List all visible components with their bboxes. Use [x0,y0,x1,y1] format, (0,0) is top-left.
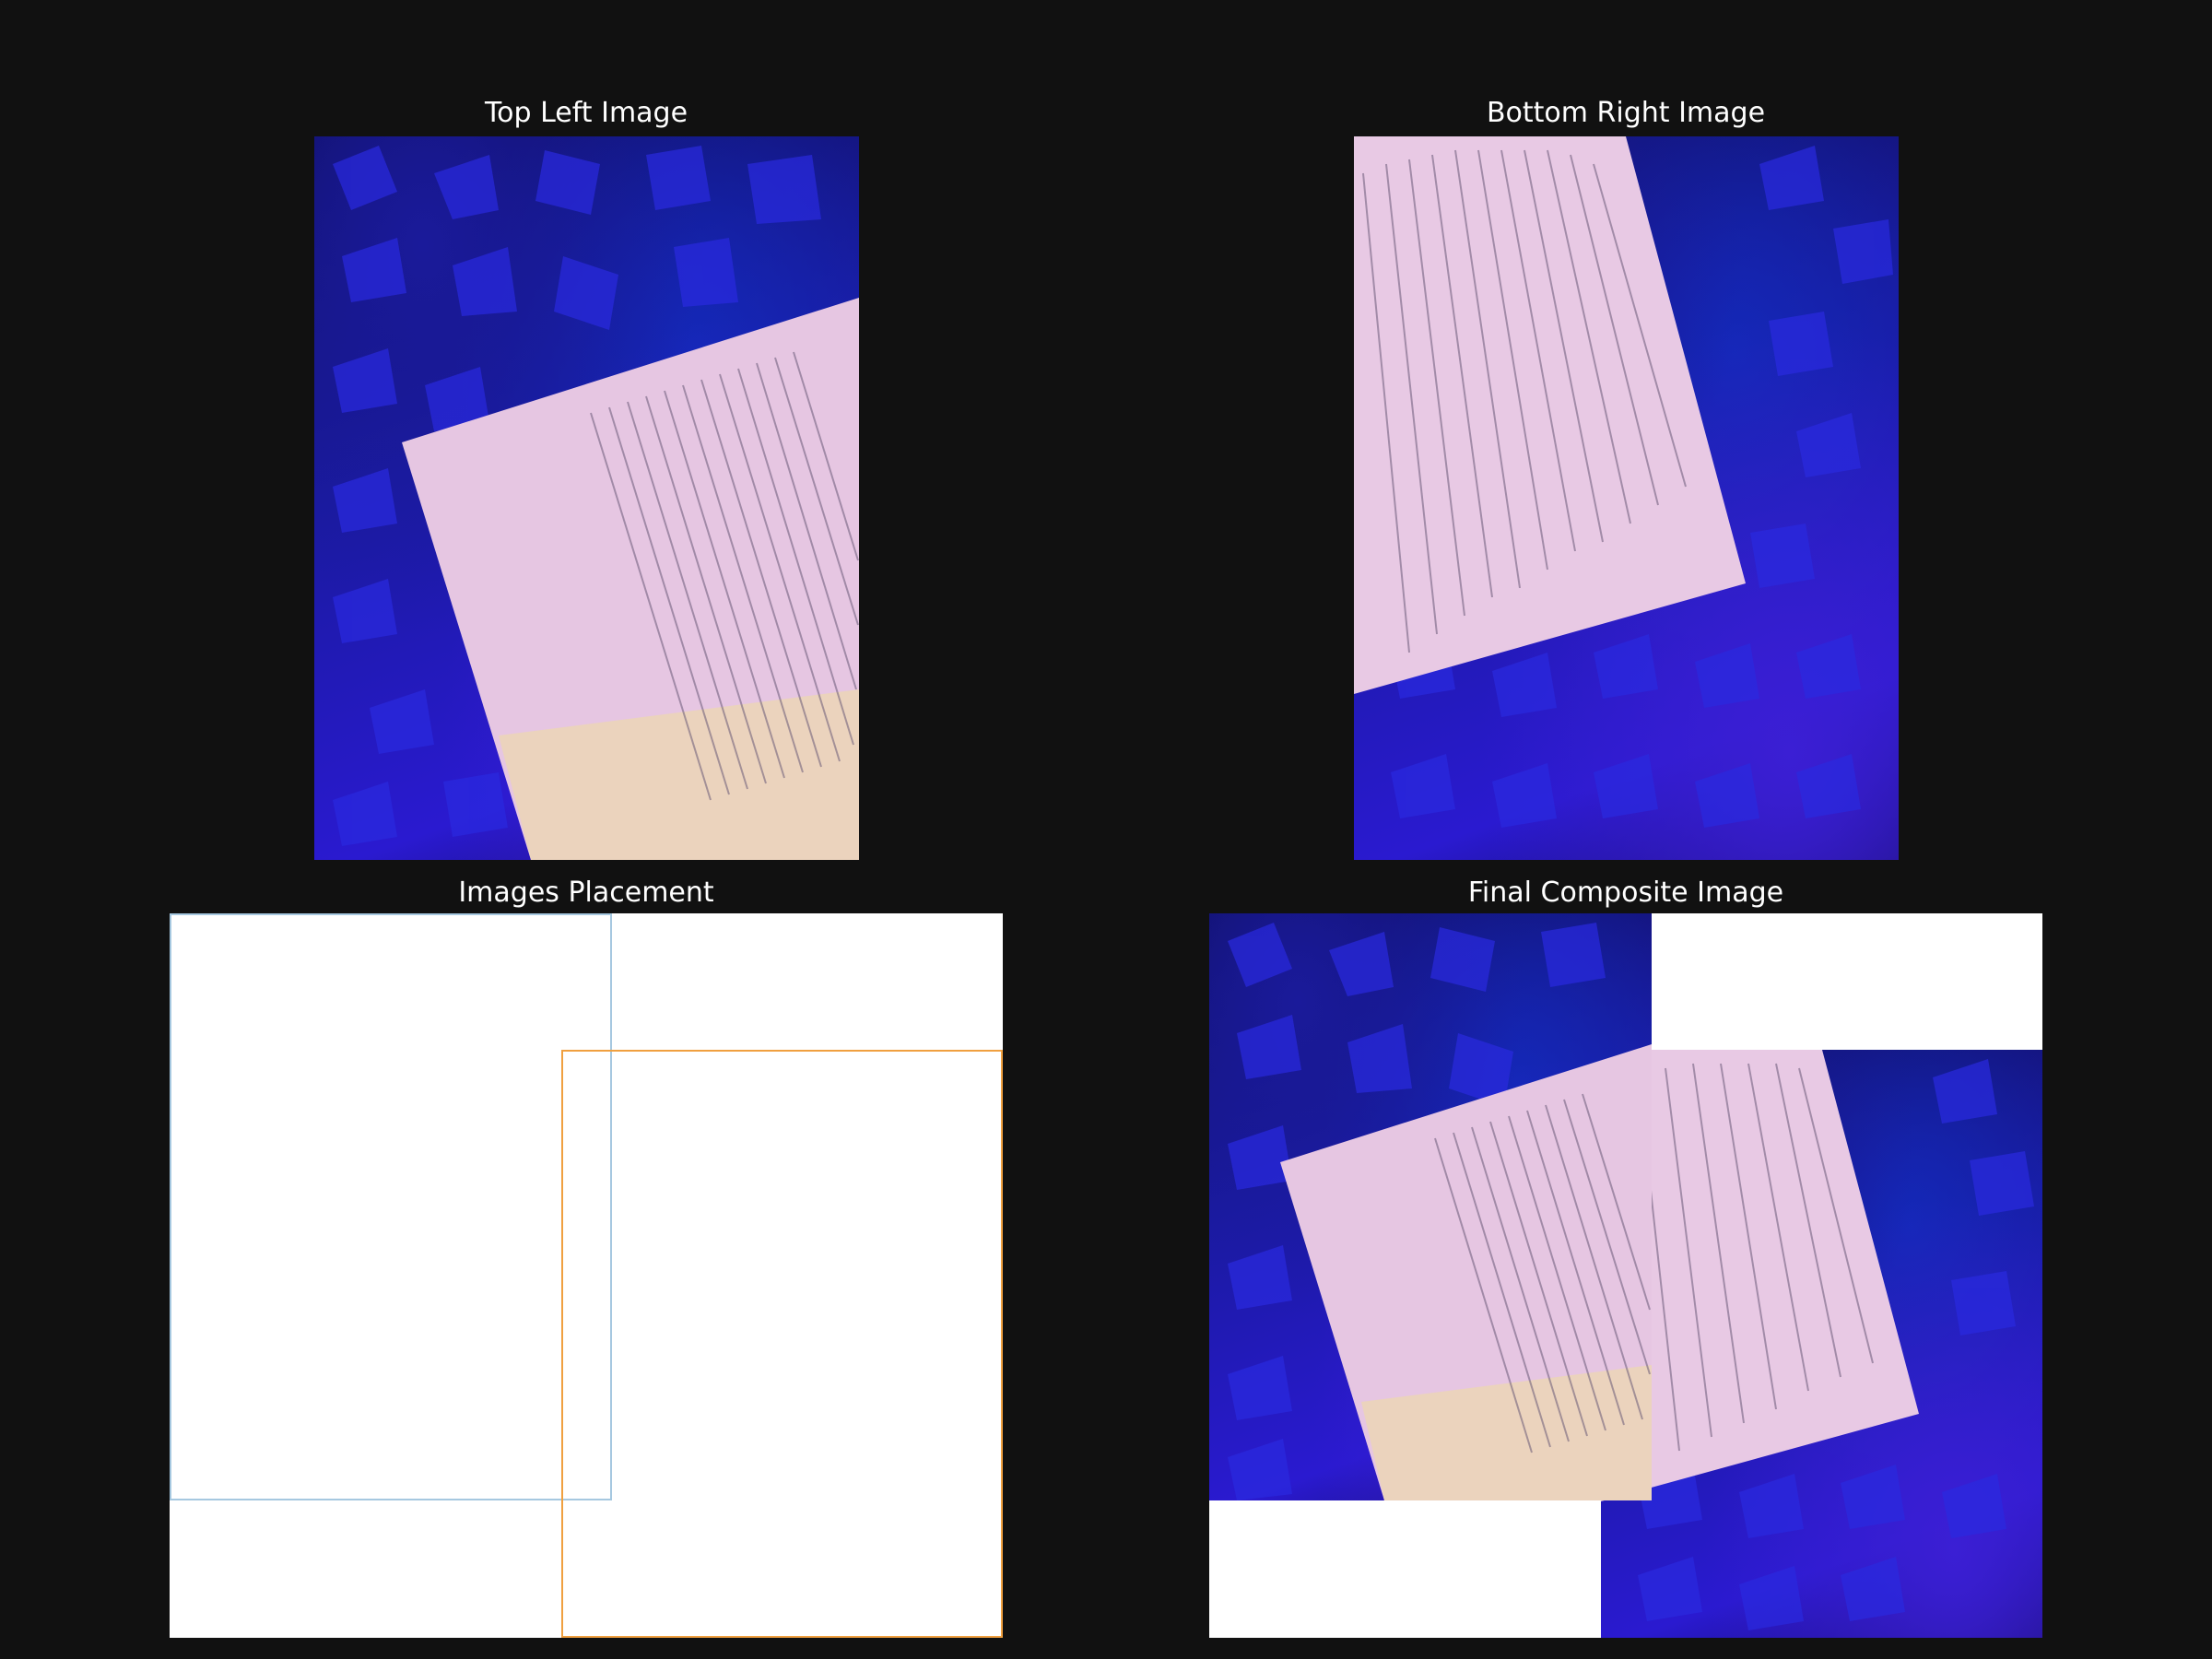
top-left-photo-content [333,146,859,860]
top-left-image-outline [170,913,612,1500]
bottom-right-photo-content [1354,136,1893,828]
final-composite-canvas [1209,913,2042,1638]
composite-bottom-right-part [1601,1050,2042,1638]
images-placement-canvas [170,913,1003,1638]
images-placement-title: Images Placement [458,877,714,909]
final-composite-image-title: Final Composite Image [1467,877,1784,909]
bottom-right-image-title: Bottom Right Image [1486,97,1766,129]
top-left-image-title: Top Left Image [484,97,688,129]
top-left-photo [314,136,859,860]
bottom-right-image-outline [561,1050,1003,1638]
composite-top-left-part [1209,913,1652,1500]
bottom-right-photo [1354,136,1899,860]
